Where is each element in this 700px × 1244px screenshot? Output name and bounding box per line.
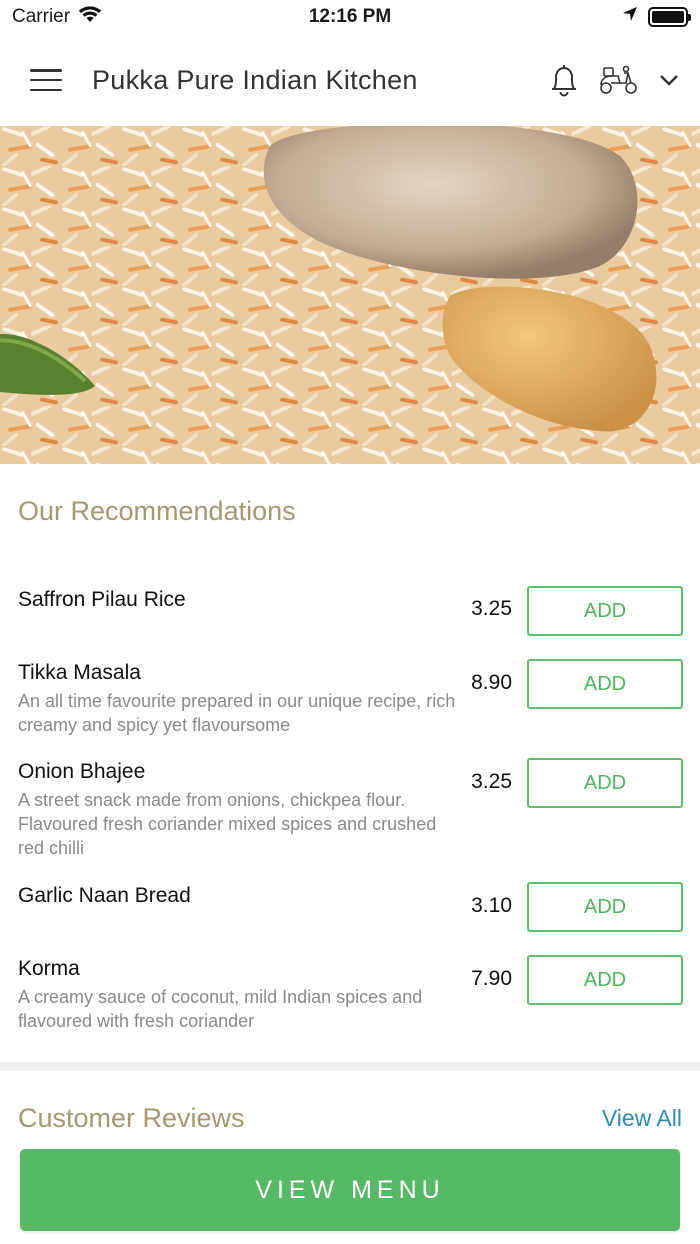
status-time: 12:16 PM [308, 6, 392, 27]
battery-level [652, 11, 684, 23]
item-description: A street snack made from onions, chickpe… [18, 790, 437, 858]
chevron-down-icon[interactable] [658, 73, 680, 87]
add-button[interactable]: ADD [527, 586, 683, 636]
reviews-heading: Customer Reviews [18, 1103, 245, 1133]
hero-food-image [0, 126, 700, 464]
add-button[interactable]: ADD [527, 955, 683, 1005]
wifi-icon [78, 5, 102, 29]
item-name: Korma [18, 957, 80, 980]
item-description: An all time favourite prepared in our un… [18, 691, 456, 735]
menu-icon[interactable] [30, 69, 62, 91]
delivery-scooter-icon[interactable] [598, 65, 640, 95]
item-name: Garlic Naan Bread [18, 884, 191, 907]
view-all-link[interactable]: View All [602, 1105, 682, 1132]
app-header: Pukka Pure Indian Kitchen [0, 34, 700, 126]
bell-icon[interactable] [548, 62, 580, 98]
item-name: Onion Bhajee [18, 760, 146, 783]
item-price: 3.25 [471, 597, 512, 620]
location-arrow-icon [622, 6, 638, 28]
carrier-label: Carrier [12, 6, 71, 27]
add-button[interactable]: ADD [527, 882, 683, 932]
item-price: 3.10 [471, 894, 512, 917]
add-button[interactable]: ADD [527, 659, 683, 709]
add-button[interactable]: ADD [527, 758, 683, 808]
item-price: 8.90 [471, 671, 512, 694]
item-description: A creamy sauce of coconut, mild Indian s… [18, 987, 423, 1031]
item-price: 7.90 [471, 967, 512, 990]
item-name: Saffron Pilau Rice [18, 588, 186, 611]
recommendations-heading: Our Recommendations [18, 496, 296, 526]
status-bar: Carrier 12:16 PM [0, 0, 700, 34]
page-title: Pukka Pure Indian Kitchen [92, 64, 418, 95]
battery-icon [648, 7, 691, 27]
view-menu-button[interactable]: VIEW MENU [20, 1149, 680, 1231]
item-name: Tikka Masala [18, 661, 141, 684]
section-divider [0, 1062, 700, 1071]
item-price: 3.25 [471, 770, 512, 793]
